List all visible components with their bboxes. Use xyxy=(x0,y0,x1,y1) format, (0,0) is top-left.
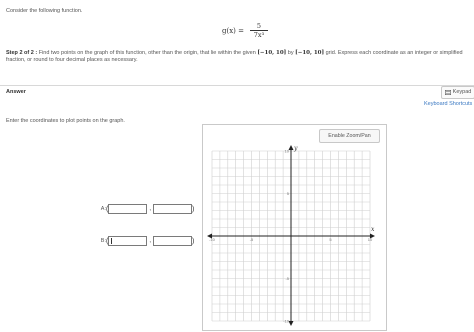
point-a-label: A: xyxy=(100,205,106,212)
interval-y: [−10, 10] xyxy=(295,50,325,56)
answer-heading: Answer xyxy=(6,89,26,95)
x-tick-label: 10 xyxy=(368,237,373,242)
formula-lhs: g(x) = xyxy=(222,27,244,35)
keypad-button[interactable]: Keypad xyxy=(441,86,474,99)
y-axis-arrow-down xyxy=(288,321,294,326)
formula-denominator: 7x³ xyxy=(253,31,265,39)
point-b-row: B: ( , ) xyxy=(94,236,194,246)
point-a-x-input[interactable] xyxy=(108,204,148,214)
y-tick-label: 10 xyxy=(285,149,290,154)
step-label: Step 2 of 2 : xyxy=(6,50,38,56)
y-axis-arrow-up xyxy=(288,145,294,150)
formula-numerator: 5 xyxy=(256,22,262,30)
point-b-label: B: xyxy=(100,237,106,244)
point-b-y-input[interactable] xyxy=(153,236,193,246)
step-text-a: Find two points on the graph of this fun… xyxy=(38,50,256,56)
x-tick-label: -10 xyxy=(209,237,216,242)
x-tick-label: 5 xyxy=(329,237,332,242)
y-tick-label: -10 xyxy=(283,319,290,324)
x-tick-label: -5 xyxy=(250,237,254,242)
step-by: by xyxy=(287,50,294,56)
section-divider xyxy=(0,85,474,86)
y-axis-label: y xyxy=(293,145,298,152)
comma-separator: , xyxy=(149,237,152,244)
coordinate-graph[interactable]: xy-10 -5 5 10105-5-10 xyxy=(202,124,385,329)
point-a-row: A: ( , ) xyxy=(94,204,194,214)
interval-x: [−10, 10] xyxy=(257,50,287,56)
comma-separator: , xyxy=(149,205,152,212)
keypad-label: Keypad xyxy=(452,89,472,95)
close-paren: ) xyxy=(192,237,195,245)
step-instructions: Step 2 of 2 : Find two points on the gra… xyxy=(6,50,468,64)
point-a-y-input[interactable] xyxy=(153,204,193,214)
point-b-x-input[interactable] xyxy=(108,236,148,246)
enter-coordinates-prompt: Enter the coordinates to plot points on … xyxy=(6,118,125,124)
intro-text: Consider the following function. xyxy=(6,8,83,14)
keyboard-shortcuts-link[interactable]: Keyboard Shortcuts xyxy=(424,101,472,108)
formula-fraction: 5 7x³ xyxy=(250,22,268,39)
x-axis-label: x xyxy=(371,226,375,233)
close-paren: ) xyxy=(192,205,195,213)
keypad-icon xyxy=(444,90,451,95)
